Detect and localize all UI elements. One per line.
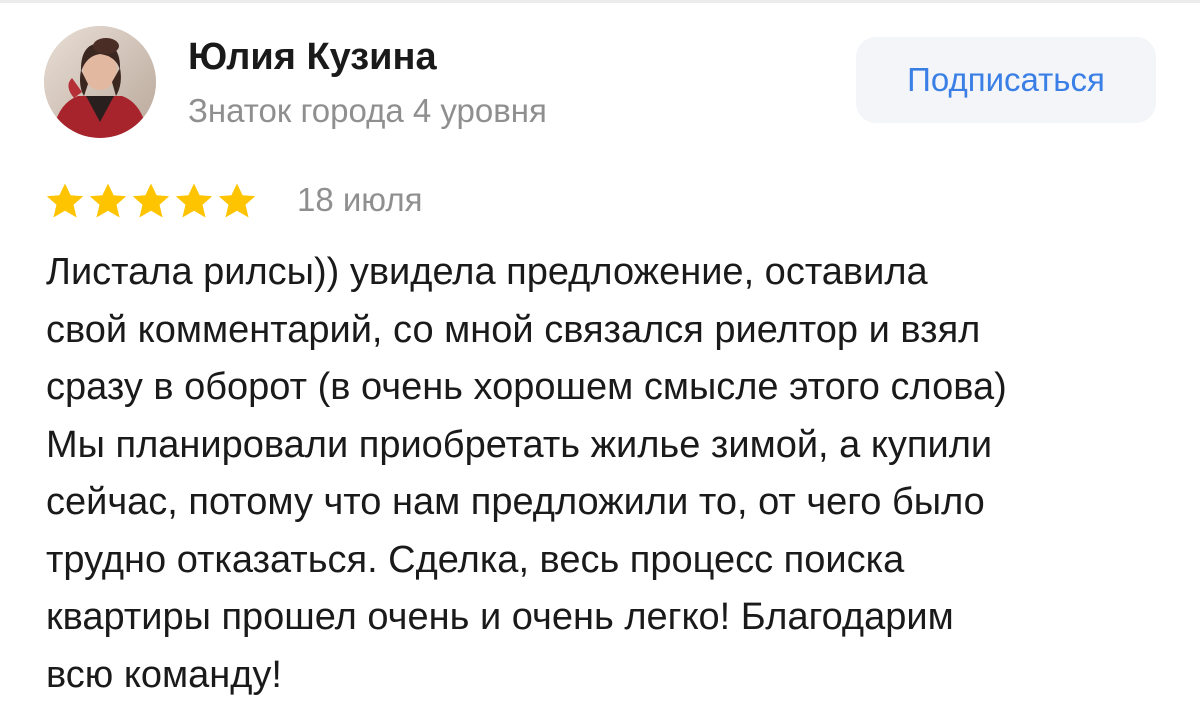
review-text-line: Листала рилсы)) увидела предложение, ост… bbox=[46, 251, 928, 293]
review-card: Юлия Кузина Знаток города 4 уровня Подпи… bbox=[0, 0, 1200, 705]
review-text: Листала рилсы)) увидела предложение, ост… bbox=[46, 244, 1166, 704]
user-avatar-image bbox=[44, 26, 156, 138]
star-icon bbox=[46, 183, 84, 218]
star-icon bbox=[89, 183, 127, 218]
star-icon bbox=[175, 183, 213, 218]
subscribe-button[interactable]: Подписаться bbox=[856, 37, 1156, 123]
review-text-line: Мы планировали приобретать жилье зимой, … bbox=[46, 423, 993, 466]
review-date: 18 июля bbox=[297, 181, 423, 218]
review-text-line: всю команду! bbox=[46, 653, 282, 696]
review-text-line: сразу в оборот (в очень хорошем смысле э… bbox=[46, 366, 1007, 408]
review-text-line: трудно отказаться. Сделка, весь процесс … bbox=[46, 538, 905, 581]
author-level: Знаток города 4 уровня bbox=[188, 92, 547, 129]
avatar[interactable] bbox=[44, 26, 156, 138]
star-icon bbox=[132, 183, 170, 218]
star-icon bbox=[218, 183, 256, 218]
review-text-line: свой комментарий, со мной связался риелт… bbox=[46, 308, 981, 351]
review-text-line: квартиры прошел очень и очень легко! Бла… bbox=[46, 596, 954, 638]
review-text-line: сейчас, потому что нам предложили то, от… bbox=[46, 481, 985, 523]
author-name[interactable]: Юлия Кузина bbox=[188, 36, 437, 79]
star-rating bbox=[46, 182, 256, 220]
